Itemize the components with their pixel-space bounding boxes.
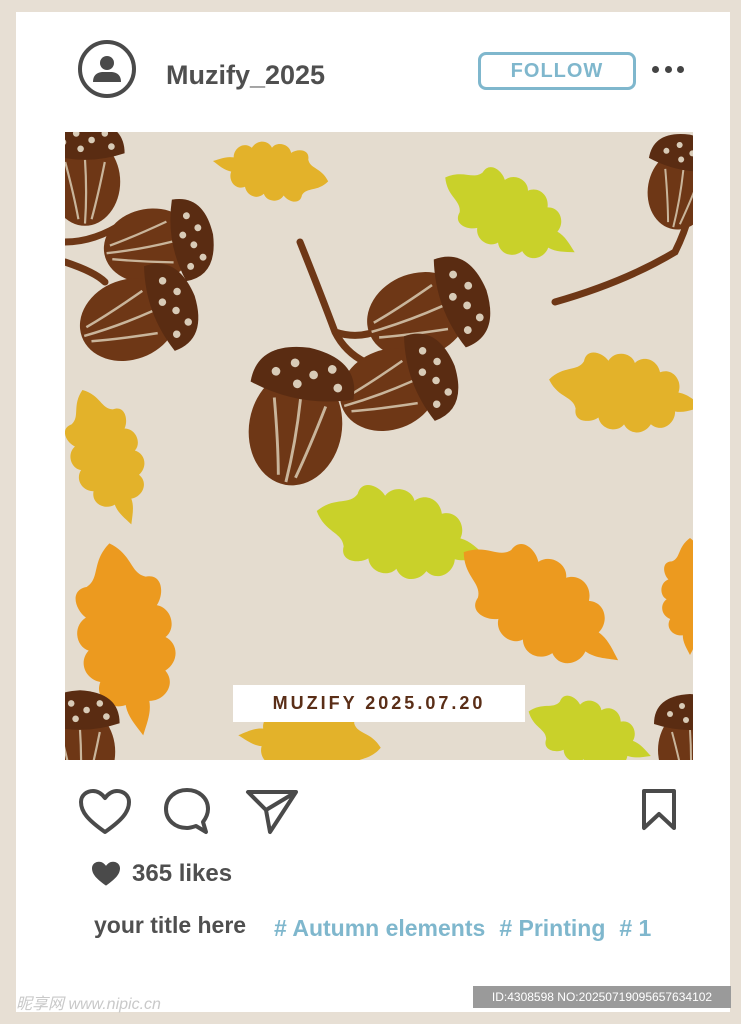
hashtag-1[interactable]: # 1	[619, 915, 651, 942]
more-dots-icon[interactable]	[652, 62, 684, 76]
avatar[interactable]	[78, 40, 136, 98]
post-card: Muzify_2025 FOLLOW MUZIFY 2025.07.20 365…	[16, 12, 730, 1012]
likes-count[interactable]: 365 likes	[132, 860, 232, 888]
image-stamp: MUZIFY 2025.07.20	[233, 685, 525, 722]
heart-outline-icon[interactable]	[78, 788, 132, 836]
follow-button[interactable]: FOLLOW	[478, 52, 636, 90]
hashtag-autumn-elements[interactable]: # Autumn elements	[274, 915, 485, 942]
post-caption: your title here	[94, 912, 247, 938]
acorn-leaf-pattern	[65, 132, 693, 760]
post-image[interactable]: MUZIFY 2025.07.20	[65, 132, 693, 760]
bookmark-icon[interactable]	[640, 788, 678, 832]
heart-filled-icon	[92, 861, 120, 886]
likes-row: 365 likes	[90, 860, 232, 888]
watermark-left: 昵享网 www.nipic.cn	[16, 996, 161, 1013]
user-avatar-icon	[93, 56, 121, 82]
comment-icon[interactable]	[162, 786, 212, 836]
hashtags: # Autumn elements # Printing # 1	[274, 915, 651, 942]
watermark-right: ID:4308598 NO:20250719095657634102	[473, 986, 731, 1008]
username[interactable]: Muzify_2025	[166, 60, 325, 91]
hashtag-printing[interactable]: # Printing	[499, 915, 605, 942]
send-icon[interactable]	[244, 786, 300, 836]
